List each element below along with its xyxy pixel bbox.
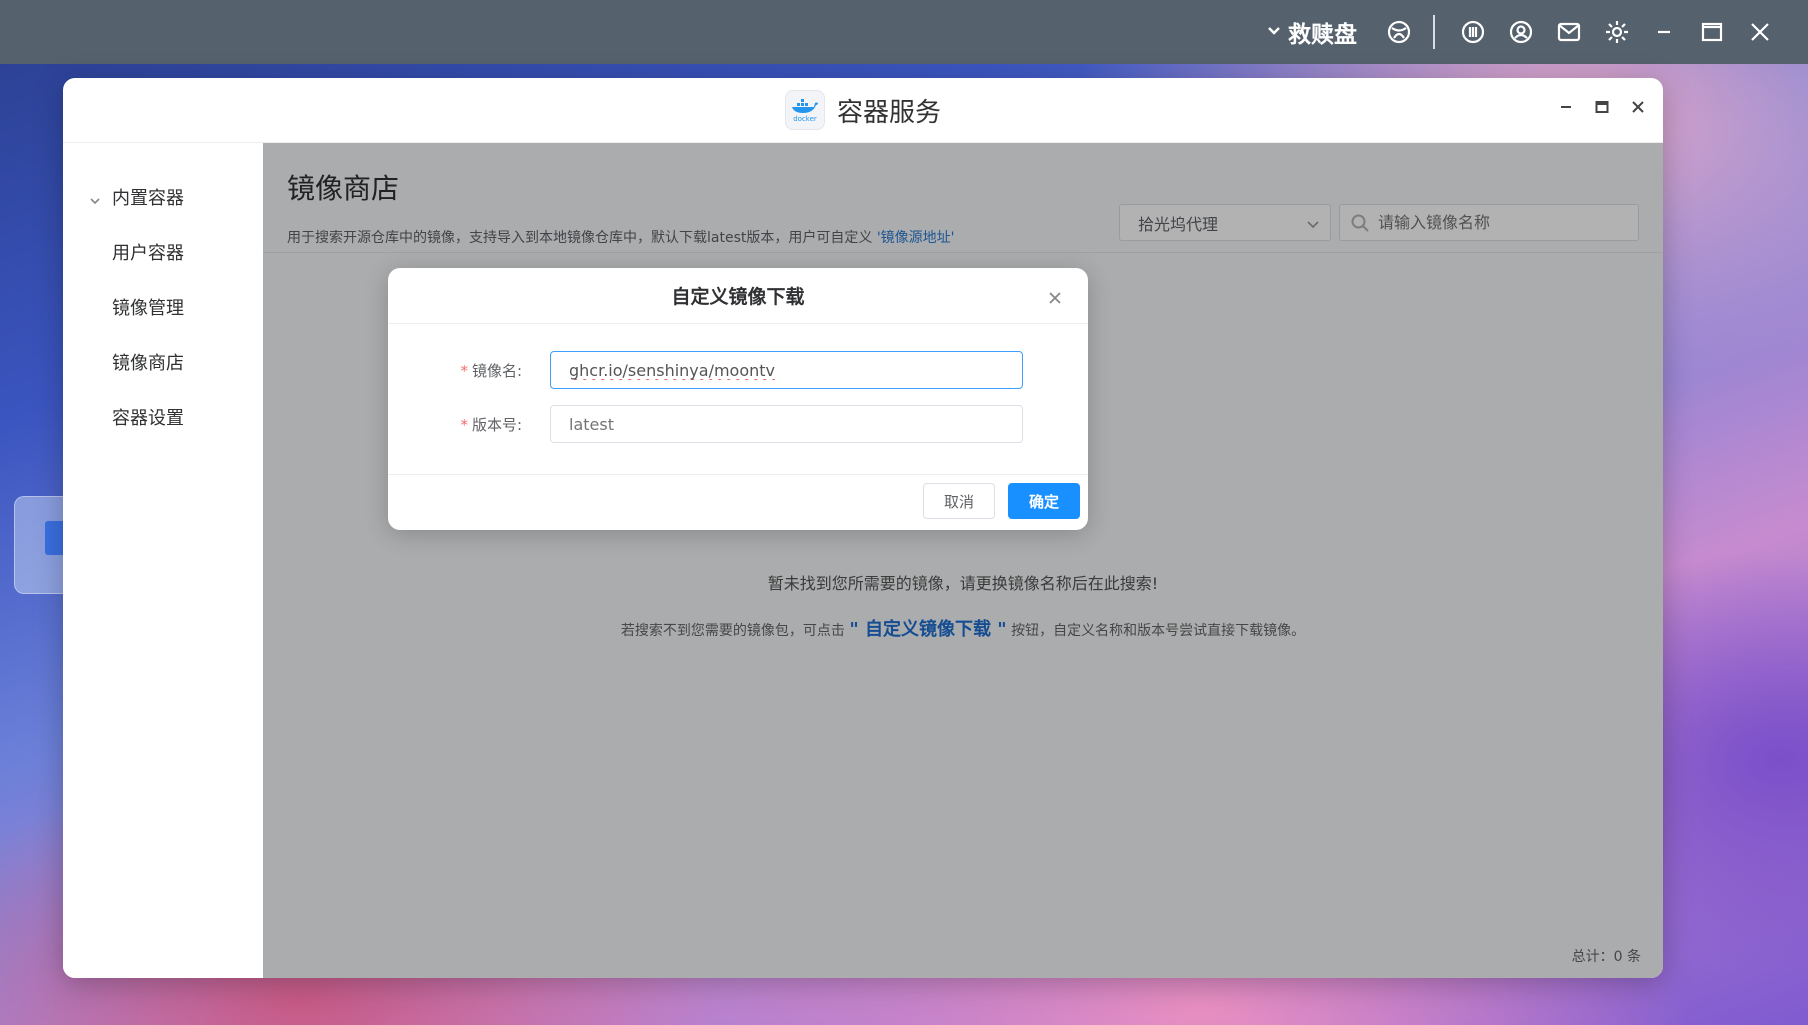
version-row: * 版本号:: [388, 405, 1088, 443]
sidebar-item-label: 镜像商店: [112, 352, 184, 374]
version-label-text: 版本号:: [471, 415, 522, 434]
cancel-button[interactable]: 取消: [923, 483, 995, 519]
maximize-icon[interactable]: [1591, 96, 1613, 118]
sidebar-item-label: 容器设置: [112, 407, 184, 429]
sidebar-item-label: 用户容器: [112, 242, 184, 264]
sidebar-item-builtin-containers[interactable]: 内置容器: [63, 169, 263, 224]
sidebar: 内置容器 用户容器 镜像管理 镜像商店 容器设置: [63, 143, 263, 978]
close-icon[interactable]: [1048, 288, 1062, 304]
version-input[interactable]: [569, 414, 1022, 434]
window-controls: [1555, 96, 1649, 118]
user-menu[interactable]: 救赎盘: [1266, 15, 1357, 49]
required-mark: *: [460, 361, 468, 380]
divider: [1433, 15, 1435, 49]
dialog-title: 自定义镜像下载: [671, 286, 805, 308]
sidebar-item-label: 内置容器: [112, 187, 184, 209]
image-name-label: * 镜像名:: [388, 360, 536, 381]
window-titlebar: docker 容器服务: [63, 78, 1663, 143]
sidebar-item-image-store[interactable]: 镜像商店: [63, 334, 263, 389]
confirm-button[interactable]: 确定: [1008, 483, 1080, 519]
sidebar-item-container-settings[interactable]: 容器设置: [63, 389, 263, 444]
logo-text: docker: [793, 114, 817, 123]
version-label: * 版本号:: [388, 414, 536, 435]
window-title: 容器服务: [836, 97, 941, 128]
system-bar: 救赎盘: [0, 0, 1808, 64]
maximize-icon[interactable]: [1699, 19, 1725, 45]
close-icon[interactable]: [1747, 19, 1773, 45]
image-name-input[interactable]: [569, 360, 1022, 380]
docker-logo-icon: docker: [784, 90, 825, 130]
user-icon[interactable]: [1508, 19, 1534, 45]
username: 救赎盘: [1288, 22, 1357, 48]
sidebar-item-image-management[interactable]: 镜像管理: [63, 279, 263, 334]
chevron-down-icon: [1266, 19, 1282, 45]
image-name-field[interactable]: [550, 351, 1023, 389]
chip-icon[interactable]: [1460, 19, 1486, 45]
custom-image-download-dialog: 自定义镜像下载 *镜像名: *版本号: 取消 确定: [388, 268, 1088, 530]
dialog-footer: 取消 确定: [388, 474, 1088, 530]
gear-icon[interactable]: [1604, 19, 1630, 45]
sidebar-item-user-containers[interactable]: 用户容器: [63, 224, 263, 279]
image-name-row: * 镜像名:: [388, 351, 1088, 389]
minimize-icon[interactable]: [1651, 19, 1677, 45]
image-name-label-text: 镜像名:: [471, 361, 522, 380]
required-mark: *: [460, 415, 468, 434]
network-icon[interactable]: [1386, 19, 1412, 45]
mail-icon[interactable]: [1556, 19, 1582, 45]
minimize-icon[interactable]: [1555, 96, 1577, 118]
sidebar-item-label: 镜像管理: [112, 297, 184, 319]
version-field[interactable]: [550, 405, 1023, 443]
dialog-header: 自定义镜像下载: [388, 268, 1088, 324]
close-icon[interactable]: [1627, 96, 1649, 118]
chevron-down-icon: [89, 191, 101, 205]
